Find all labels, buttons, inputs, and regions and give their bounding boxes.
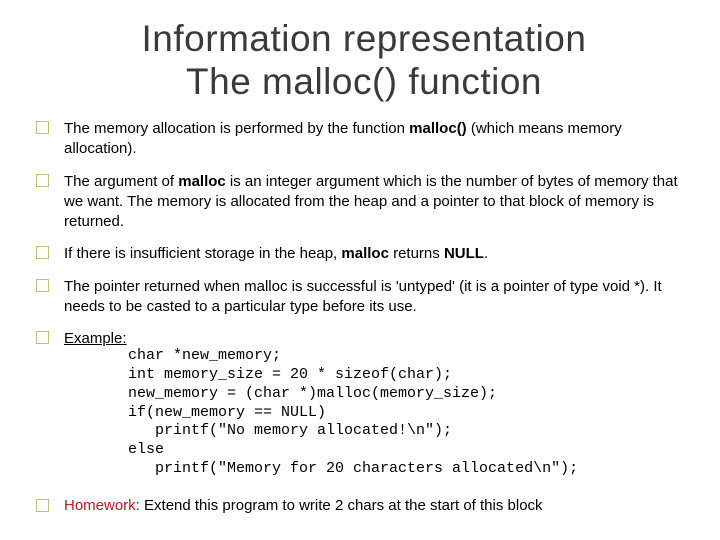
homework-line: Homework: Extend this program to write 2…: [36, 497, 692, 514]
code-block: char *new_memory; int memory_size = 20 *…: [128, 347, 692, 478]
bullet-text: The argument of malloc is an integer arg…: [64, 173, 678, 231]
homework-text: Extend this program to write 2 chars at …: [140, 497, 543, 514]
list-item: The memory allocation is performed by th…: [36, 119, 692, 160]
bullet-icon: [36, 499, 49, 512]
list-item: The argument of malloc is an integer arg…: [36, 172, 692, 233]
bullet-text: The memory allocation is performed by th…: [64, 120, 622, 157]
bullet-icon: [36, 174, 49, 187]
bullet-list: The memory allocation is performed by th…: [36, 119, 692, 479]
slide: Information representation The malloc() …: [0, 0, 720, 540]
bullet-icon: [36, 331, 49, 344]
example-label: Example:: [64, 330, 127, 347]
title-line-2: The malloc() function: [186, 61, 542, 102]
bullet-icon: [36, 246, 49, 259]
list-item-example: Example: char *new_memory; int memory_si…: [36, 329, 692, 479]
title-line-1: Information representation: [142, 18, 587, 59]
bullet-text: If there is insufficient storage in the …: [64, 245, 488, 262]
list-item: The pointer returned when malloc is succ…: [36, 277, 692, 318]
bullet-text: The pointer returned when malloc is succ…: [64, 278, 662, 315]
bullet-icon: [36, 121, 49, 134]
homework-label: Homework:: [64, 497, 140, 514]
list-item: If there is insufficient storage in the …: [36, 244, 692, 264]
slide-title: Information representation The malloc() …: [36, 18, 692, 103]
bullet-icon: [36, 279, 49, 292]
